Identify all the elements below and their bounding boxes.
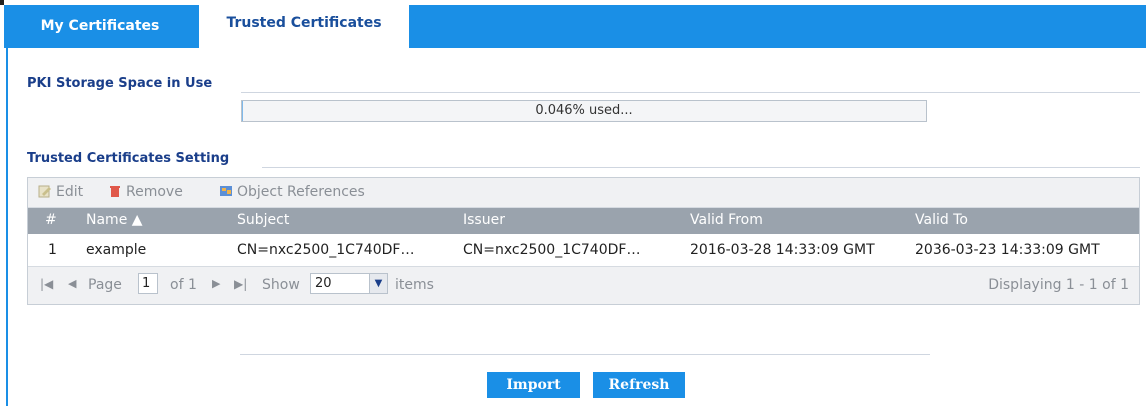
trash-icon <box>108 184 122 198</box>
column-header-valid-from[interactable]: Valid From <box>690 212 763 228</box>
cell-num: 1 <box>48 242 57 258</box>
table-header: # Name ▲ Subject Issuer Valid From Valid… <box>28 208 1139 234</box>
column-header-num[interactable]: # <box>45 212 57 228</box>
settings-section-title: Trusted Certificates Setting <box>27 151 230 166</box>
first-page-icon[interactable]: |◀ <box>40 277 53 291</box>
show-label: Show <box>262 277 300 293</box>
storage-section-title: PKI Storage Space in Use <box>27 76 213 91</box>
certificates-window: My Certificates Trusted Certificates PKI… <box>0 0 1146 406</box>
column-header-valid-to[interactable]: Valid To <box>915 212 968 228</box>
certificates-table-panel: Edit Remove Object References # Name ▲ S… <box>27 177 1140 305</box>
edit-icon <box>38 184 52 198</box>
table-row[interactable]: 1 example CN=nxc2500_1C740DF… CN=nxc2500… <box>28 234 1139 267</box>
remove-button[interactable]: Remove <box>108 184 183 200</box>
refresh-button[interactable]: Refresh <box>593 372 685 398</box>
page-label: Page <box>88 277 122 293</box>
of-pages-label: of 1 <box>170 277 197 293</box>
page-size-select[interactable]: 20 ▼ <box>310 273 388 294</box>
edit-label: Edit <box>56 184 84 200</box>
cell-subject: CN=nxc2500_1C740DF… <box>237 242 415 258</box>
prev-page-icon[interactable]: ◀ <box>68 277 76 290</box>
tab-my-certificates[interactable]: My Certificates <box>10 5 190 48</box>
import-button[interactable]: Import <box>487 372 580 398</box>
object-references-icon <box>219 184 233 198</box>
bottom-divider <box>240 354 930 355</box>
storage-progress-bar: 0.046% used... <box>241 100 927 122</box>
cell-valid-from: 2016-03-28 14:33:09 GMT <box>690 242 875 258</box>
column-header-name[interactable]: Name ▲ <box>86 212 143 228</box>
left-border <box>6 48 8 406</box>
cell-name: example <box>86 242 147 258</box>
column-header-subject[interactable]: Subject <box>237 212 289 228</box>
page-size-value: 20 <box>315 276 332 291</box>
object-references-button[interactable]: Object References <box>219 184 365 200</box>
next-page-icon[interactable]: ▶ <box>212 277 220 290</box>
cell-issuer: CN=nxc2500_1C740DF… <box>463 242 641 258</box>
page-input[interactable]: 1 <box>138 273 158 294</box>
cell-valid-to: 2036-03-23 14:33:09 GMT <box>915 242 1100 258</box>
storage-usage-text: 0.046% used... <box>535 103 633 118</box>
table-toolbar: Edit Remove Object References <box>28 178 1139 208</box>
remove-label: Remove <box>126 184 183 200</box>
chevron-down-icon[interactable]: ▼ <box>369 274 387 293</box>
tab-trusted-certificates[interactable]: Trusted Certificates <box>199 5 429 48</box>
last-page-icon[interactable]: ▶| <box>234 277 247 291</box>
table-pager: |◀ ◀ Page 1 of 1 ▶ ▶| Show 20 ▼ items Di… <box>28 267 1139 304</box>
object-references-label: Object References <box>237 184 365 200</box>
items-label: items <box>395 277 434 293</box>
column-header-issuer[interactable]: Issuer <box>463 212 505 228</box>
displaying-summary: Displaying 1 - 1 of 1 <box>988 277 1129 293</box>
settings-divider <box>262 167 1140 168</box>
edit-button[interactable]: Edit <box>38 184 83 200</box>
storage-divider <box>241 92 1140 93</box>
